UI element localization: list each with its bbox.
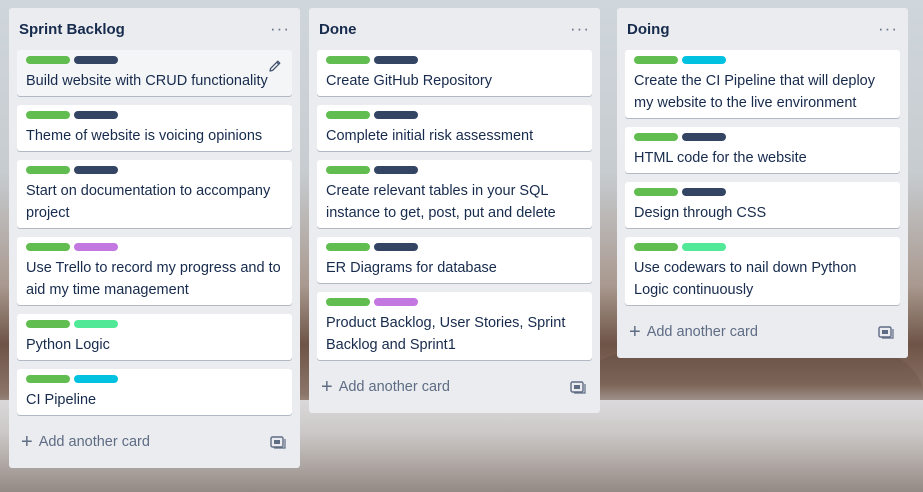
card[interactable]: Create the CI Pipeline that will deploy … [625,50,900,118]
label-navy[interactable] [74,111,118,119]
card-title: CI Pipeline [26,392,97,408]
add-card-label: Add another card [646,324,758,340]
card[interactable]: HTML code for the website [625,127,900,173]
card-template-icon[interactable] [570,380,586,394]
card-title: Create relevant tables in your SQL insta… [326,183,556,221]
label-navy[interactable] [374,56,418,64]
label-green[interactable] [326,243,370,251]
ellipsis-icon[interactable]: ··· [570,20,590,37]
label-navy[interactable] [682,188,726,196]
label-lime[interactable] [682,243,726,251]
add-card-button[interactable]: + Add another card [17,424,292,460]
label-sky[interactable] [682,56,726,64]
card[interactable]: Theme of website is voicing opinions [17,105,292,151]
ellipsis-icon[interactable]: ··· [270,20,290,37]
list-header[interactable]: Done ··· [309,8,600,50]
card-template-icon[interactable] [270,435,286,449]
label-green[interactable] [326,111,370,119]
label-green[interactable] [26,375,70,383]
label-green[interactable] [634,133,678,141]
card[interactable]: Complete initial risk assessment [317,105,592,151]
label-green[interactable] [26,111,70,119]
label-navy[interactable] [682,133,726,141]
list-title[interactable]: Sprint Backlog [19,21,125,38]
label-green[interactable] [634,243,678,251]
card-title: ER Diagrams for database [326,260,497,276]
label-navy[interactable] [374,243,418,251]
label-green[interactable] [26,243,70,251]
list-header[interactable]: Sprint Backlog ··· [9,8,300,50]
card[interactable]: Design through CSS [625,182,900,228]
card[interactable]: Create GitHub Repository [317,50,592,96]
list-header[interactable]: Doing ··· [617,8,908,50]
card-title: Create the CI Pipeline that will deploy … [634,73,875,111]
label-green[interactable] [634,188,678,196]
card[interactable]: Create relevant tables in your SQL insta… [317,160,592,228]
card-title: Create GitHub Repository [326,73,493,89]
card-title: HTML code for the website [634,150,807,166]
card-title: Theme of website is voicing opinions [26,128,263,144]
card[interactable]: Python Logic [17,314,292,360]
card-title: Product Backlog, User Stories, Sprint Ba… [326,315,566,353]
label-purple[interactable] [374,298,418,306]
label-navy[interactable] [74,166,118,174]
ellipsis-icon[interactable]: ··· [878,20,898,37]
label-green[interactable] [26,56,70,64]
add-card-button[interactable]: + Add another card [625,314,900,350]
card[interactable]: Use codewars to nail down Python Logic c… [625,237,900,305]
add-card-label: Add another card [38,434,150,450]
add-card-label: Add another card [338,379,450,395]
label-navy[interactable] [374,166,418,174]
list-title[interactable]: Doing [627,21,670,38]
card[interactable]: Use Trello to record my progress and to … [17,237,292,305]
add-card-button[interactable]: + Add another card [317,369,592,405]
label-sky[interactable] [74,375,118,383]
label-green[interactable] [326,166,370,174]
label-green[interactable] [26,166,70,174]
card-title: Use Trello to record my progress and to … [26,260,281,298]
card-title: Design through CSS [634,205,767,221]
label-navy[interactable] [374,111,418,119]
card[interactable]: ER Diagrams for database [317,237,592,283]
card-title: Python Logic [26,337,110,353]
card-title: Start on documentation to accompany proj… [26,183,271,221]
label-lime[interactable] [74,320,118,328]
card[interactable]: Start on documentation to accompany proj… [17,160,292,228]
card[interactable]: Product Backlog, User Stories, Sprint Ba… [317,292,592,360]
plus-icon: + [629,321,641,343]
card-title: Build website with CRUD functionality [26,73,268,89]
list-done: Done ··· Create GitHub Repository Comple… [309,8,600,413]
label-green[interactable] [634,56,678,64]
list-sprint-backlog: Sprint Backlog ··· Build website with CR… [9,8,300,468]
card-template-icon[interactable] [878,325,894,339]
card-title: Complete initial risk assessment [326,128,534,144]
list-doing: Doing ··· Create the CI Pipeline that wi… [617,8,908,358]
label-green[interactable] [326,56,370,64]
card[interactable]: Build website with CRUD functionality [17,50,292,96]
card-title: Use codewars to nail down Python Logic c… [634,260,857,298]
pencil-icon[interactable] [267,58,283,74]
list-title[interactable]: Done [319,21,357,38]
label-navy[interactable] [74,56,118,64]
label-green[interactable] [26,320,70,328]
board: Sprint Backlog ··· Build website with CR… [0,0,923,492]
plus-icon: + [21,431,33,453]
label-purple[interactable] [74,243,118,251]
plus-icon: + [321,376,333,398]
card[interactable]: CI Pipeline [17,369,292,415]
label-green[interactable] [326,298,370,306]
